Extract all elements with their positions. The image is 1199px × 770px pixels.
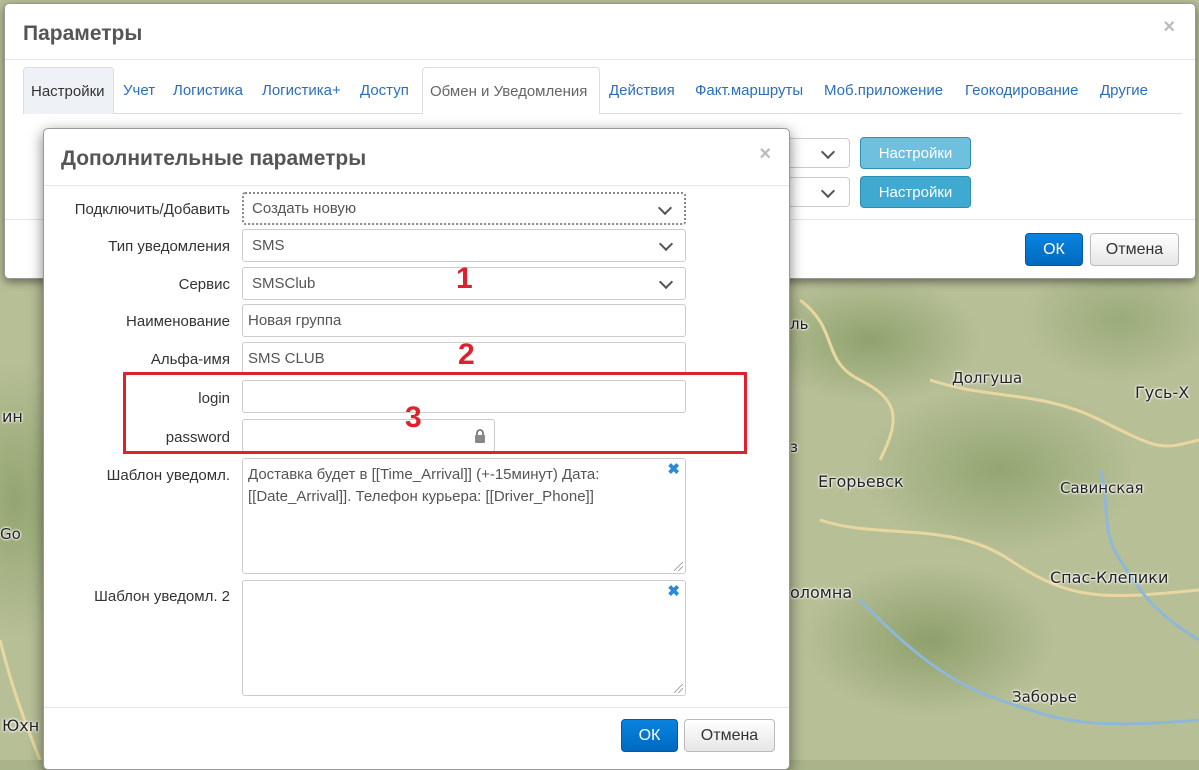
chevron-down-icon (658, 274, 674, 290)
tab-access[interactable]: Доступ (353, 67, 416, 113)
connect-select[interactable]: Создать новую (242, 192, 686, 225)
name-input[interactable]: Новая группа (242, 304, 686, 337)
name-label: Наименование (126, 313, 230, 330)
map-label: Спас-Клепики (1050, 568, 1169, 587)
tab-actions[interactable]: Действия (602, 67, 682, 113)
ok-button[interactable]: ОК (1025, 233, 1083, 266)
template2-label: Шаблон уведомл. 2 (94, 588, 230, 605)
clear-icon[interactable]: ✖ (667, 459, 680, 481)
connect-label: Подключить/Добавить (74, 201, 230, 218)
map-label: з (790, 438, 798, 456)
divider (5, 59, 1195, 60)
background-select[interactable] (790, 138, 850, 168)
tab-exchange-notifications[interactable]: Обмен и Уведомления (422, 67, 600, 114)
resize-handle[interactable] (674, 562, 683, 571)
annotation-number: 3 (405, 401, 422, 434)
template1-value: Доставка будет в [[Time_Arrival]] (+-15м… (248, 466, 600, 505)
service-value: SMSClub (252, 275, 316, 292)
annotation-highlight-box (123, 372, 747, 454)
alpha-name-label: Альфа-имя (150, 351, 230, 368)
tab-other[interactable]: Другие (1093, 67, 1155, 113)
tab-bar: Настройки Учет Логистика Логистика+ Дост… (23, 67, 1182, 114)
template1-textarea[interactable]: Доставка будет в [[Time_Arrival]] (+-15м… (242, 458, 686, 574)
close-icon[interactable]: × (759, 143, 771, 166)
map-label: оломна (790, 583, 853, 602)
chevron-down-icon (820, 183, 836, 199)
annotation-number: 1 (456, 262, 473, 295)
dialog-title: Дополнительные параметры (61, 147, 367, 170)
close-icon[interactable]: × (1163, 16, 1175, 39)
map-label: Go (0, 525, 21, 543)
background-select[interactable] (790, 177, 850, 207)
map-label: Долгуша (952, 369, 1023, 387)
divider (44, 185, 789, 186)
map-label: Гусь-Х (1135, 383, 1190, 402)
resize-handle[interactable] (674, 684, 683, 693)
chevron-down-icon (657, 200, 673, 216)
tab-actual-routes[interactable]: Факт.маршруты (688, 67, 810, 113)
notify-type-select[interactable]: SMS (242, 229, 686, 262)
ok-button[interactable]: ОК (621, 719, 678, 752)
template2-textarea[interactable]: ✖ (242, 580, 686, 696)
tab-settings[interactable]: Настройки (23, 67, 114, 114)
notify-type-value: SMS (252, 237, 285, 254)
template1-label: Шаблон уведомл. (106, 467, 230, 484)
settings-button[interactable]: Настройки (860, 176, 971, 208)
cancel-button[interactable]: Отмена (1090, 233, 1179, 266)
connect-value: Создать новую (252, 200, 357, 217)
map-label: Егорьевск (818, 472, 904, 491)
dialog-title: Параметры (23, 22, 143, 45)
tab-logistics-plus[interactable]: Логистика+ (255, 67, 348, 113)
map-label: Савинская (1060, 479, 1144, 497)
cancel-button[interactable]: Отмена (684, 719, 775, 752)
clear-icon[interactable]: ✖ (667, 581, 680, 603)
notify-type-label: Тип уведомления (108, 238, 230, 255)
service-label: Сервис (178, 276, 230, 293)
divider (44, 707, 789, 708)
tab-mobile-app[interactable]: Моб.приложение (817, 67, 950, 113)
chevron-down-icon (658, 236, 674, 252)
tab-logistics[interactable]: Логистика (166, 67, 250, 113)
map-label: Заборье (1012, 688, 1077, 706)
settings-button[interactable]: Настройки (860, 137, 971, 169)
map-label: Юхн (2, 716, 40, 735)
map-label: ин (2, 407, 23, 426)
tab-geocoding[interactable]: Геокодирование (958, 67, 1086, 113)
map-label: ль (790, 315, 809, 333)
annotation-number: 2 (458, 338, 475, 371)
tab-accounting[interactable]: Учет (116, 67, 162, 113)
chevron-down-icon (820, 144, 836, 160)
